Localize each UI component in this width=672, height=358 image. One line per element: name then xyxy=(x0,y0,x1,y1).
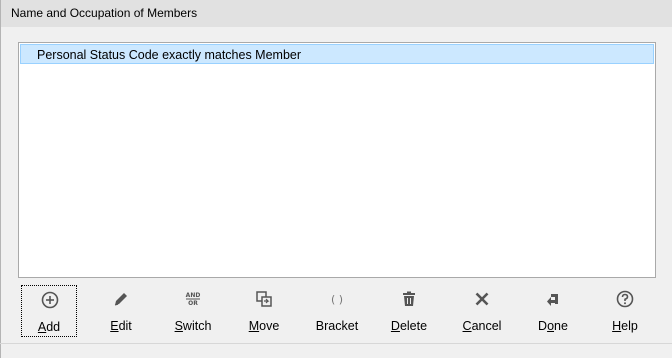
switch-icon: AND OR xyxy=(165,289,221,313)
cancel-button-label: Cancel xyxy=(462,319,502,333)
done-icon xyxy=(525,289,581,313)
bracket-button-label: Bracket xyxy=(315,319,359,333)
switch-button[interactable]: AND OR Switch xyxy=(165,285,221,337)
edit-button-label: Edit xyxy=(110,319,132,333)
edit-icon xyxy=(93,289,149,313)
criteria-list[interactable]: Personal Status Code exactly matches Mem… xyxy=(18,42,656,278)
done-button[interactable]: Done xyxy=(525,285,581,337)
add-icon xyxy=(22,290,78,314)
switch-button-label: Switch xyxy=(174,319,212,333)
help-button[interactable]: Help xyxy=(597,285,653,337)
svg-text:( ): ( ) xyxy=(331,293,343,306)
move-icon xyxy=(236,289,292,313)
move-button-label: Move xyxy=(248,319,280,333)
criteria-list-item-label: Personal Status Code exactly matches Mem… xyxy=(37,48,302,62)
move-button[interactable]: Move xyxy=(236,285,292,337)
help-button-label: Help xyxy=(612,319,638,333)
delete-button-label: Delete xyxy=(390,319,428,333)
delete-button[interactable]: Delete xyxy=(381,285,437,337)
add-button-label: Add xyxy=(37,320,61,334)
panel-header: Name and Occupation of Members xyxy=(0,0,672,27)
criteria-list-item[interactable]: Personal Status Code exactly matches Mem… xyxy=(20,44,654,64)
bracket-button[interactable]: ( ) Bracket xyxy=(309,285,365,337)
cancel-button[interactable]: Cancel xyxy=(454,285,510,337)
svg-text:OR: OR xyxy=(188,300,198,307)
panel-title: Name and Occupation of Members xyxy=(11,6,198,20)
svg-text:AND: AND xyxy=(186,292,201,299)
delete-icon xyxy=(381,289,437,313)
done-button-label: Done xyxy=(538,319,568,333)
help-icon xyxy=(597,289,653,313)
bracket-icon: ( ) xyxy=(309,289,365,313)
cancel-icon xyxy=(454,289,510,313)
add-button[interactable]: Add xyxy=(21,285,77,337)
bottom-divider xyxy=(0,343,672,344)
criteria-toolbar: Add Edit AND OR Switch Move () Bracket … xyxy=(0,282,672,342)
edit-button[interactable]: Edit xyxy=(93,285,149,337)
